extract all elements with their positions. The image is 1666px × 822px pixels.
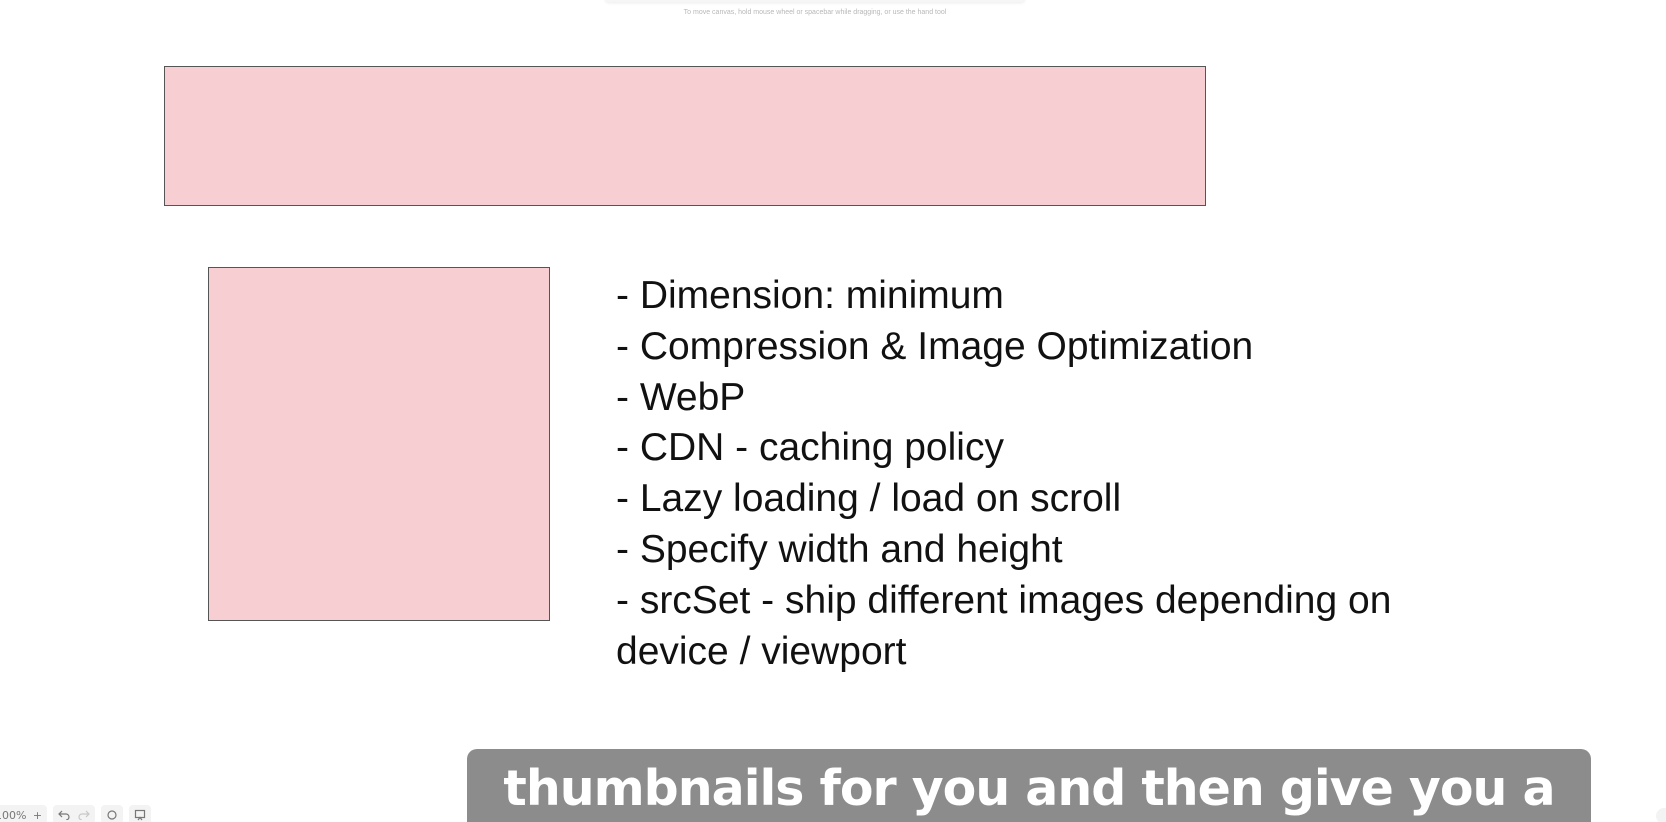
note-line: - CDN - caching policy — [616, 426, 1004, 470]
notes-text-block[interactable]: - Dimension: minimum - Compression & Ima… — [616, 271, 1516, 677]
library-icon[interactable] — [132, 807, 148, 822]
redo-icon[interactable] — [76, 807, 92, 822]
note-line: - Specify width and height — [616, 527, 1063, 571]
note-line: - Compression & Image Optimization — [616, 324, 1254, 368]
top-toolbar-edge — [605, 0, 1025, 2]
eraser-control — [101, 805, 124, 822]
help-icon[interactable] — [1656, 808, 1666, 822]
canvas-hint-text: To move canvas, hold mouse wheel or spac… — [683, 9, 947, 16]
history-controls — [53, 805, 96, 822]
note-line: - Dimension: minimum — [616, 274, 1004, 317]
bottom-toolbar: 100% + — [0, 805, 152, 822]
rectangle-shape-square[interactable] — [208, 267, 550, 621]
eraser-icon[interactable] — [104, 807, 120, 822]
note-line: device / viewport — [616, 629, 907, 673]
zoom-level[interactable]: 100% — [0, 809, 26, 822]
note-line: - srcSet - ship different images dependi… — [616, 578, 1392, 622]
video-caption: thumbnails for you and then give you a — [467, 749, 1591, 822]
zoom-in-button[interactable]: + — [30, 809, 44, 822]
note-line: - WebP — [616, 375, 746, 419]
zoom-controls: 100% + — [0, 805, 48, 822]
undo-icon[interactable] — [56, 807, 72, 822]
rectangle-shape-banner[interactable] — [164, 66, 1206, 206]
library-control — [129, 805, 152, 822]
note-line: - Lazy loading / load on scroll — [616, 477, 1122, 521]
whiteboard-canvas[interactable]: To move canvas, hold mouse wheel or spac… — [0, 0, 1666, 822]
